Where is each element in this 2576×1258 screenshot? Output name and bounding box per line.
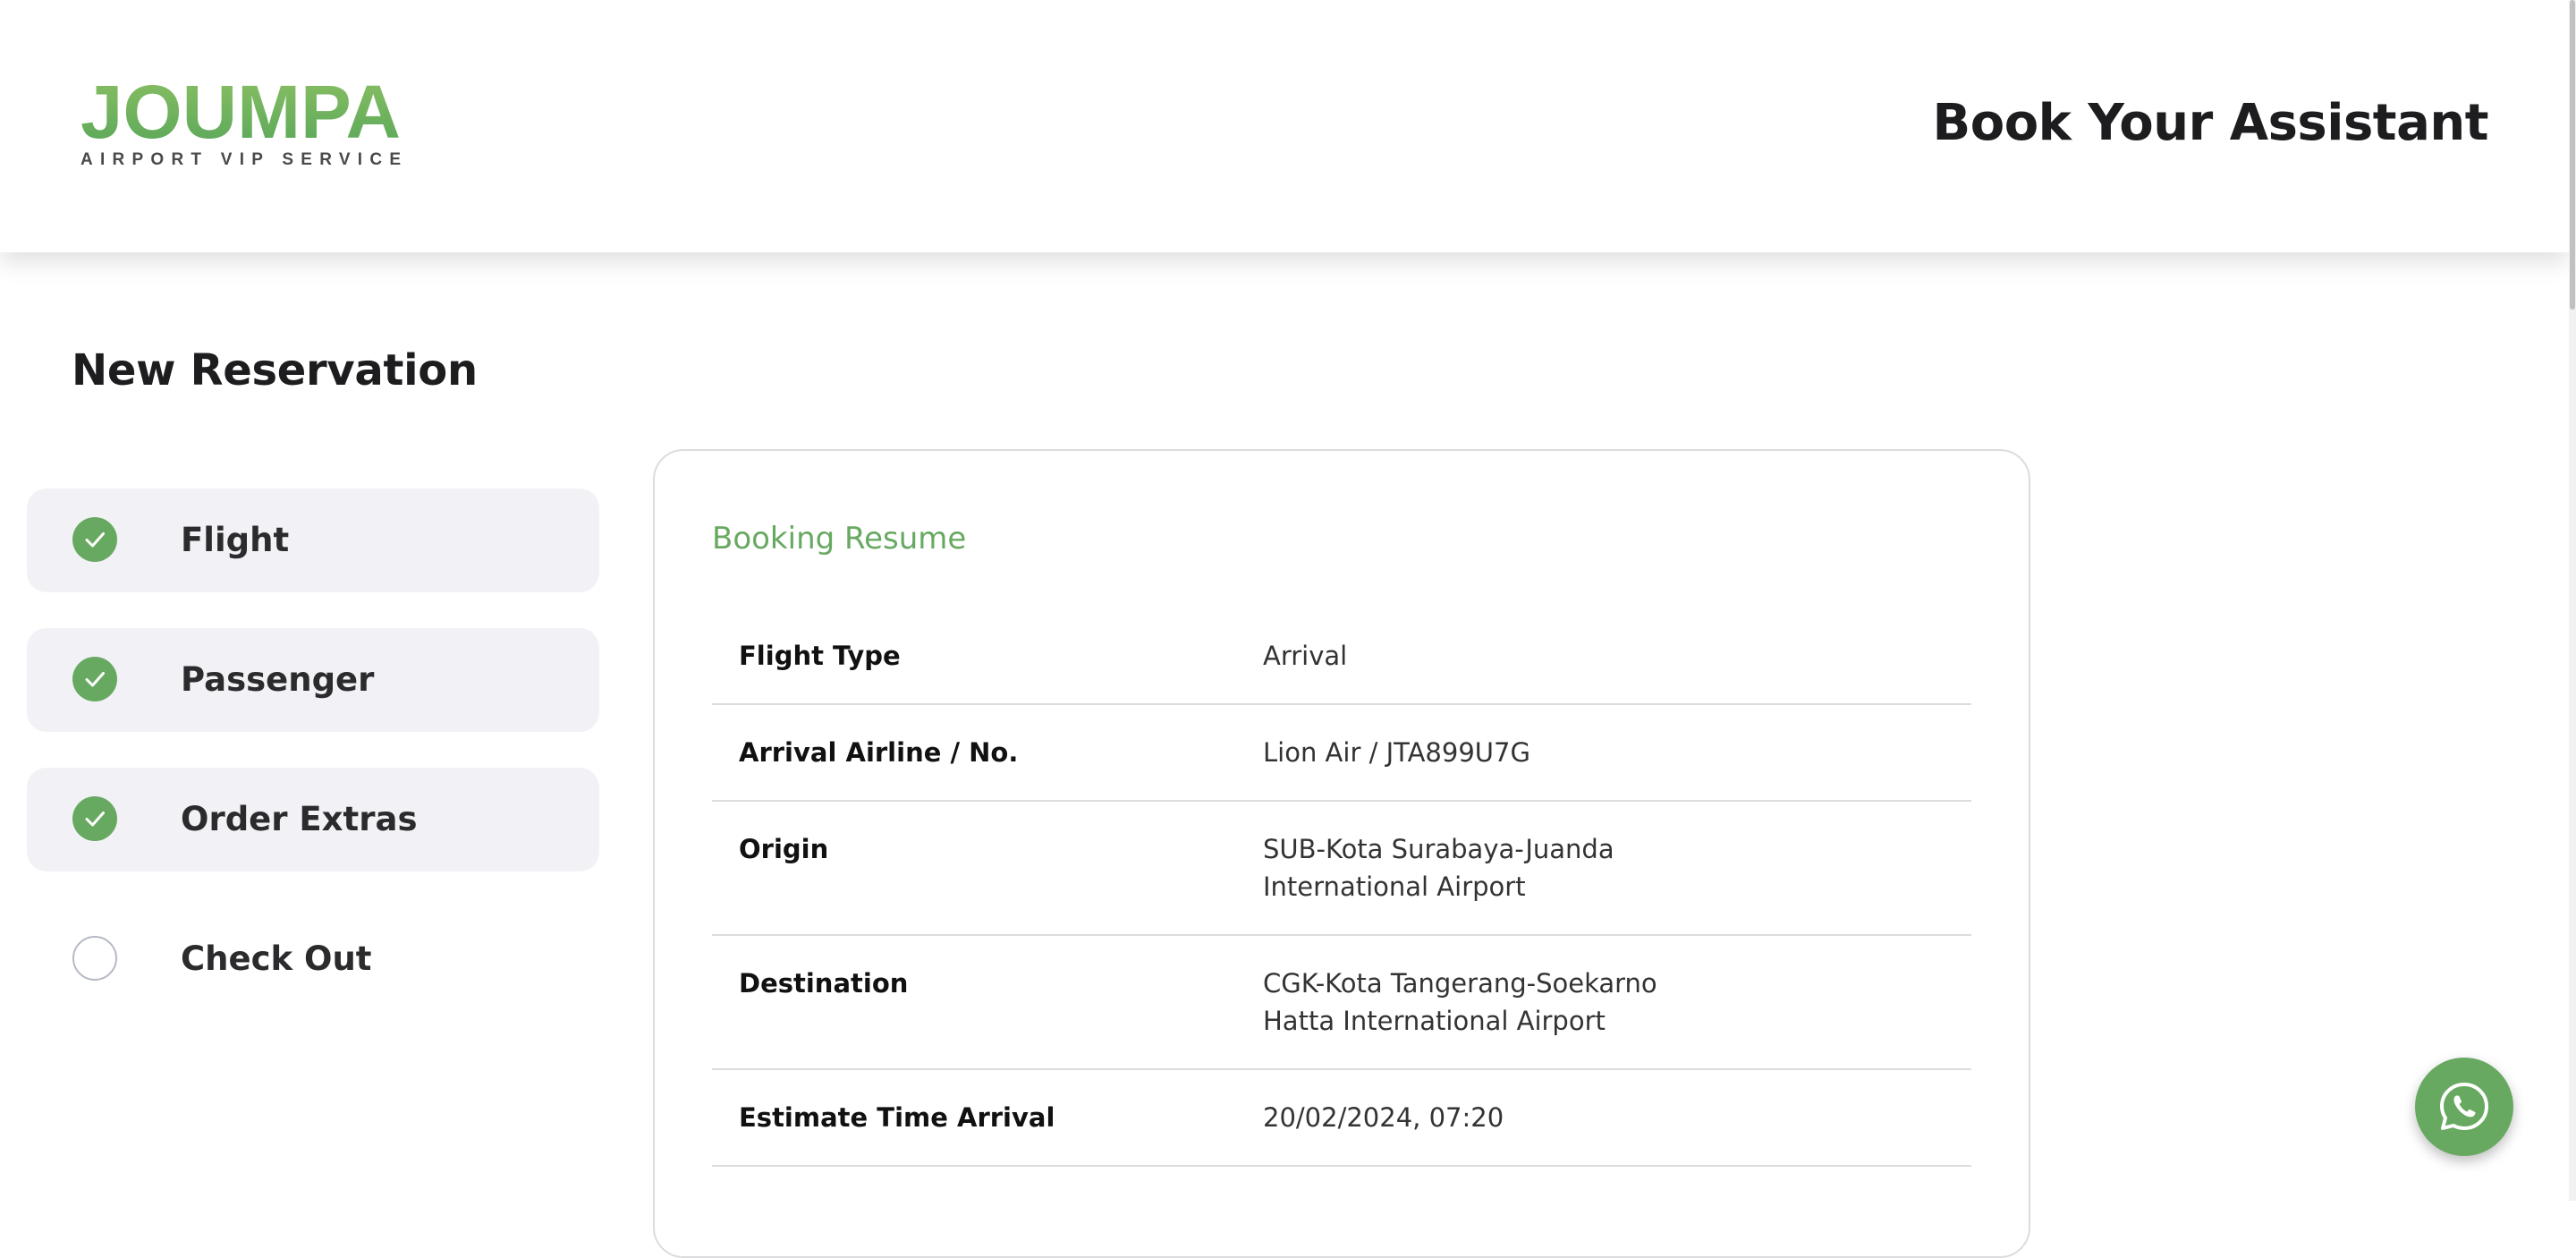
table-row: Flight Type Arrival: [712, 608, 1971, 705]
table-row: Origin SUB-Kota Surabaya-Juanda Internat…: [712, 802, 1971, 936]
row-value: SUB-Kota Surabaya-Juanda International A…: [1263, 834, 1614, 902]
table-row: Estimate Time Arrival 20/02/2024, 07:20: [712, 1070, 1971, 1167]
step-order-extras[interactable]: Order Extras: [27, 768, 599, 871]
joumpa-logo[interactable]: JOUMPA AIRPORT VIP SERVICE: [79, 75, 410, 174]
step-label: Passenger: [181, 660, 375, 699]
check-icon: [72, 517, 117, 562]
row-value: CGK-Kota Tangerang-Soekarno Hatta Intern…: [1263, 968, 1657, 1036]
page-header: JOUMPA AIRPORT VIP SERVICE Book Your Ass…: [0, 0, 2569, 252]
booking-resume-card: Booking Resume Flight Type Arrival Arriv…: [653, 449, 2030, 1258]
row-value: Arrival: [1263, 641, 1348, 671]
page-scrollbar[interactable]: [2569, 0, 2576, 1201]
table-row: Destination CGK-Kota Tangerang-Soekarno …: [712, 936, 1971, 1070]
step-label: Order Extras: [181, 800, 418, 838]
step-label: Flight: [181, 521, 290, 559]
row-key: Destination: [739, 968, 909, 999]
check-icon: [72, 796, 117, 841]
row-value: 20/02/2024, 07:20: [1263, 1102, 1504, 1133]
whatsapp-icon: [2440, 1083, 2488, 1130]
step-check-out[interactable]: Check Out: [27, 907, 599, 1011]
page-title: New Reservation: [72, 345, 478, 395]
step-label: Check Out: [181, 939, 372, 978]
svg-text:JOUMPA: JOUMPA: [80, 75, 401, 154]
card-title: Booking Resume: [712, 521, 967, 557]
row-key: Estimate Time Arrival: [739, 1102, 1055, 1133]
scrollbar-thumb[interactable]: [2570, 0, 2575, 310]
row-key: Arrival Airline / No.: [739, 737, 1019, 768]
check-icon: [72, 657, 117, 701]
step-flight[interactable]: Flight: [27, 489, 599, 592]
whatsapp-chat-button[interactable]: [2415, 1058, 2513, 1156]
step-passenger[interactable]: Passenger: [27, 628, 599, 732]
table-row: Arrival Airline / No. Lion Air / JTA899U…: [712, 705, 1971, 802]
row-value: Lion Air / JTA899U7G: [1263, 737, 1530, 768]
row-key: Flight Type: [739, 641, 901, 671]
row-key: Origin: [739, 834, 829, 864]
reservation-steps: Flight Passenger Order Extras Check Out: [27, 489, 599, 1047]
empty-circle-icon: [72, 936, 117, 981]
booking-resume-table: Flight Type Arrival Arrival Airline / No…: [712, 608, 1971, 1167]
header-title: Book Your Assistant: [1932, 94, 2489, 152]
